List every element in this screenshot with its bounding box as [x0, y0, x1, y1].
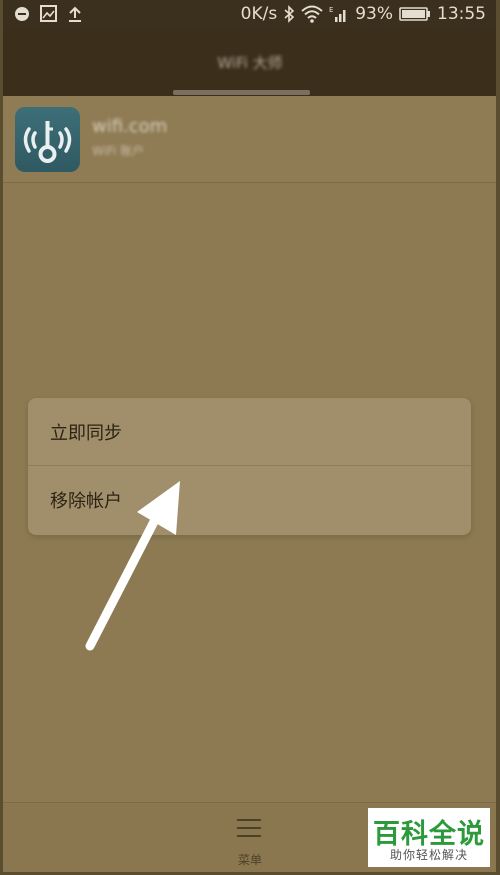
image-icon [40, 5, 57, 22]
clock: 13:55 [437, 4, 486, 24]
bluetooth-icon [284, 5, 295, 23]
menu-icon[interactable] [236, 817, 262, 839]
wifi-icon [301, 5, 323, 23]
sync-now-menu-item[interactable]: 立即同步 [28, 398, 471, 466]
message-icon [15, 6, 29, 21]
status-right: 0K/s E 93% 13:55 [241, 4, 486, 24]
battery-icon [399, 7, 430, 21]
wifi-key-app-icon [15, 107, 80, 172]
header: WiFi 大师 [0, 30, 500, 96]
upload-icon [69, 6, 81, 22]
battery-percent: 93% [355, 4, 393, 24]
network-speed: 0K/s [240, 4, 278, 24]
signal-icon: E [329, 6, 346, 22]
tab-indicator [173, 90, 310, 95]
account-name: wifi.com [92, 116, 168, 137]
status-left-icons [14, 5, 83, 22]
context-menu: 立即同步 移除帐户 [28, 398, 471, 535]
account-row[interactable]: wifi.com WiFi 账户 [0, 96, 500, 183]
page-title: WiFi 大师 [217, 54, 283, 72]
watermark-logo: 百科全说 助你轻松解决 [368, 808, 490, 867]
account-type: WiFi 账户 [92, 144, 145, 158]
watermark-subtitle: 助你轻松解决 [389, 848, 468, 862]
remove-account-menu-item[interactable]: 移除帐户 [28, 466, 471, 534]
status-bar: 0K/s E 93% 13:55 [0, 0, 500, 30]
svg-text:E: E [329, 6, 333, 14]
